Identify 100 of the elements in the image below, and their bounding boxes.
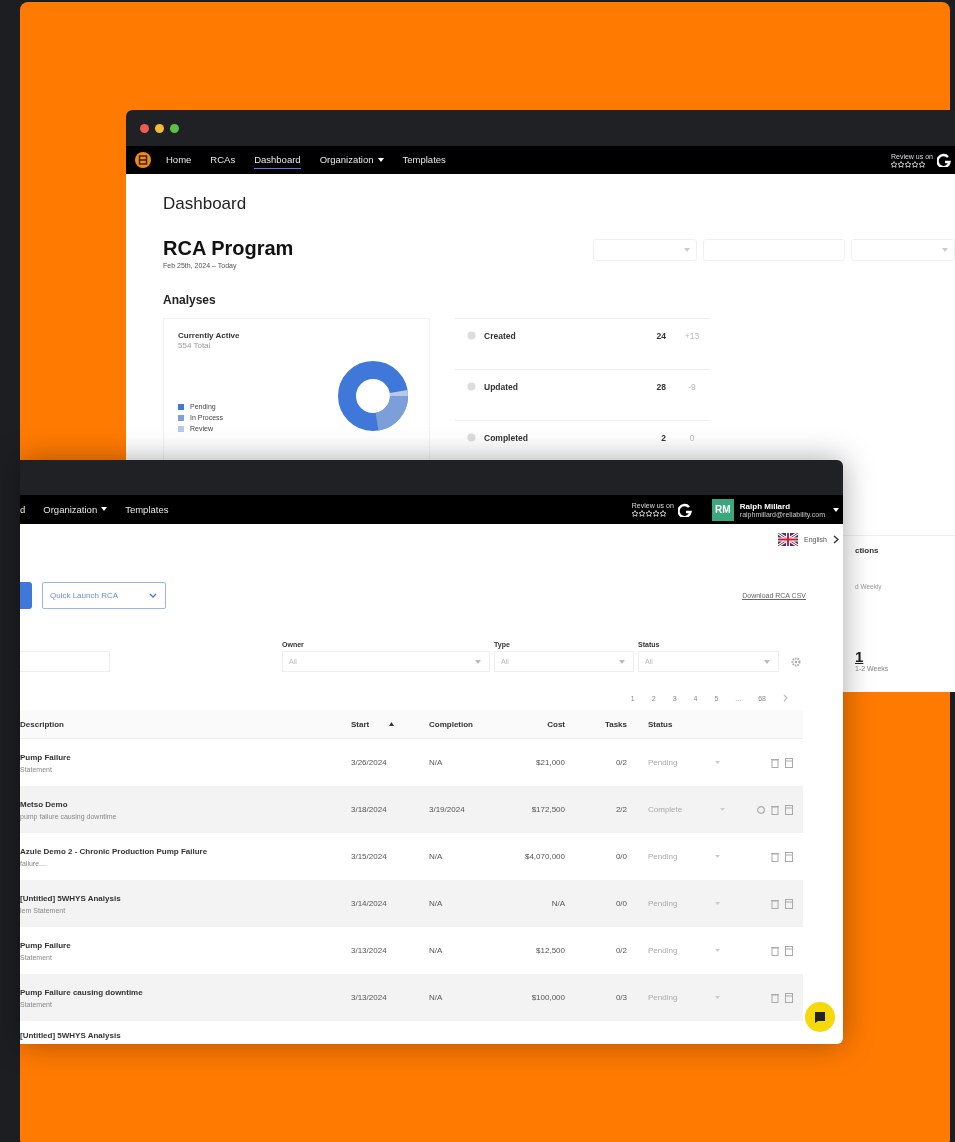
stat-change: 0 <box>688 433 696 443</box>
caret-icon <box>715 949 721 952</box>
table-cell-text: N/A <box>429 852 444 861</box>
table-cell-text: N/A <box>429 758 444 767</box>
table-cell-text: $172,500 <box>530 805 565 814</box>
table-cell-text: $12,500 <box>535 946 565 955</box>
stat-change: +13 <box>683 331 701 341</box>
table-cell-text: 3/13/2024 <box>351 993 388 1002</box>
chevron-right-icon[interactable] <box>833 534 839 544</box>
stat-change: -9 <box>687 382 697 392</box>
select-field[interactable] <box>593 239 697 261</box>
column-header[interactable]: Status <box>627 719 735 729</box>
trash-icon[interactable] <box>771 992 779 1003</box>
trash-icon[interactable] <box>771 757 779 768</box>
caret-icon <box>619 659 625 664</box>
table-cell-text: 3/14/2024 <box>351 899 388 908</box>
nav-tab[interactable]: Organization <box>319 151 384 169</box>
row-title: Pump Failure causing downtime <box>20 987 144 997</box>
table-cell-text: 3/13/2024 <box>351 946 388 955</box>
stat-value: 2 <box>660 433 666 443</box>
nav-tab[interactable]: RCAs <box>210 151 236 169</box>
caret-icon <box>715 902 721 905</box>
user-name: Ralph Millard <box>739 501 791 511</box>
window-control-button[interactable] <box>170 123 179 133</box>
caret-icon <box>764 659 770 664</box>
stat-label: Completed <box>484 433 529 443</box>
page-title: Dashboard <box>163 194 248 214</box>
table-cell-text: N/A <box>429 946 444 955</box>
caret-icon <box>942 248 948 252</box>
nav-tab[interactable]: Organization <box>43 500 108 519</box>
g-logo-icon <box>937 153 951 167</box>
nav-tab[interactable]: Templates <box>125 500 169 519</box>
table-cell-text: 2/2 <box>614 805 627 814</box>
table-cell-text: 0/2 <box>614 758 627 767</box>
column-header[interactable]: Cost <box>509 719 565 729</box>
table-cell-text: 3/26/2024 <box>351 758 388 767</box>
caret-icon <box>715 855 721 858</box>
table-cell-text: $100,000 <box>530 993 565 1002</box>
row-title: Metso Demo <box>20 799 69 809</box>
primary-button[interactable] <box>20 582 32 609</box>
chat-button[interactable] <box>805 1002 835 1032</box>
total-count: 554 Total <box>178 341 212 350</box>
select-field[interactable] <box>851 239 955 261</box>
window-control-button[interactable] <box>140 123 149 133</box>
caret-icon <box>475 659 481 664</box>
table-cell-text: 0/0 <box>614 852 627 861</box>
caret-icon <box>715 996 721 999</box>
trash-icon[interactable] <box>771 945 779 956</box>
row-title: [Untitled] 5WHYS Analysis <box>20 893 122 903</box>
clock-icon <box>467 331 476 340</box>
gear-icon[interactable] <box>791 656 801 667</box>
flag-icon <box>778 532 799 546</box>
document-icon[interactable] <box>785 945 793 956</box>
nav-tab[interactable]: Dashboard <box>254 151 301 169</box>
document-icon[interactable] <box>785 851 793 862</box>
section-title: Analyses <box>163 292 217 308</box>
document-icon[interactable] <box>785 898 793 909</box>
rating-stars-icon <box>631 510 666 517</box>
table-cell-text: 0/0 <box>614 899 627 908</box>
caret-icon <box>833 507 839 512</box>
rating-stars-icon <box>890 160 925 168</box>
document-icon[interactable] <box>785 992 793 1003</box>
nav-tab[interactable]: Templates <box>402 151 446 169</box>
column-header[interactable]: Start <box>351 719 429 729</box>
chevron-down-icon <box>149 593 157 598</box>
clock-icon <box>467 382 476 391</box>
column-header[interactable]: Tasks <box>565 719 627 729</box>
g-logo-icon <box>677 502 692 517</box>
table-cell-text: N/A <box>550 899 565 908</box>
document-icon[interactable] <box>785 804 793 815</box>
caret-icon <box>684 248 690 252</box>
clock-icon <box>467 433 476 442</box>
column-header[interactable]: Description <box>20 719 351 729</box>
stat-value: 28 <box>655 382 666 392</box>
stat-label: Created <box>484 331 517 341</box>
table-cell-text: 3/18/2024 <box>351 805 388 814</box>
trash-icon[interactable] <box>771 851 779 862</box>
donut-chart-drawing <box>337 360 409 432</box>
table-cell-text: N/A <box>429 993 444 1002</box>
column-header[interactable]: Completion <box>429 719 509 729</box>
nav-tab[interactable]: d <box>20 500 26 519</box>
search-field[interactable] <box>20 651 110 672</box>
logo-icon[interactable] <box>135 152 151 168</box>
table-cell-text: $4,070,000 <box>523 852 565 861</box>
table-row[interactable]: [Untitled] 5WHYS Analysis <box>20 1021 803 1044</box>
trash-icon[interactable] <box>771 804 779 815</box>
circle-icon[interactable] <box>757 805 765 814</box>
program-title: RCA Program <box>163 236 294 260</box>
caret-icon <box>720 808 726 811</box>
document-icon[interactable] <box>785 757 793 768</box>
row-title: Pump Failure <box>20 752 72 762</box>
trash-icon[interactable] <box>771 898 779 909</box>
table-cell-text: 3/15/2024 <box>351 852 388 861</box>
panel-heading: ctions <box>855 546 880 555</box>
window-control-button[interactable] <box>155 123 164 133</box>
card-title: Currently Active <box>178 331 241 340</box>
quick-launch-dropdown[interactable]: Quick Launch RCA <box>42 582 166 609</box>
chat-bubble-icon <box>814 1011 826 1023</box>
nav-tab[interactable]: Home <box>166 151 192 169</box>
count-link[interactable]: 1 <box>855 648 955 665</box>
